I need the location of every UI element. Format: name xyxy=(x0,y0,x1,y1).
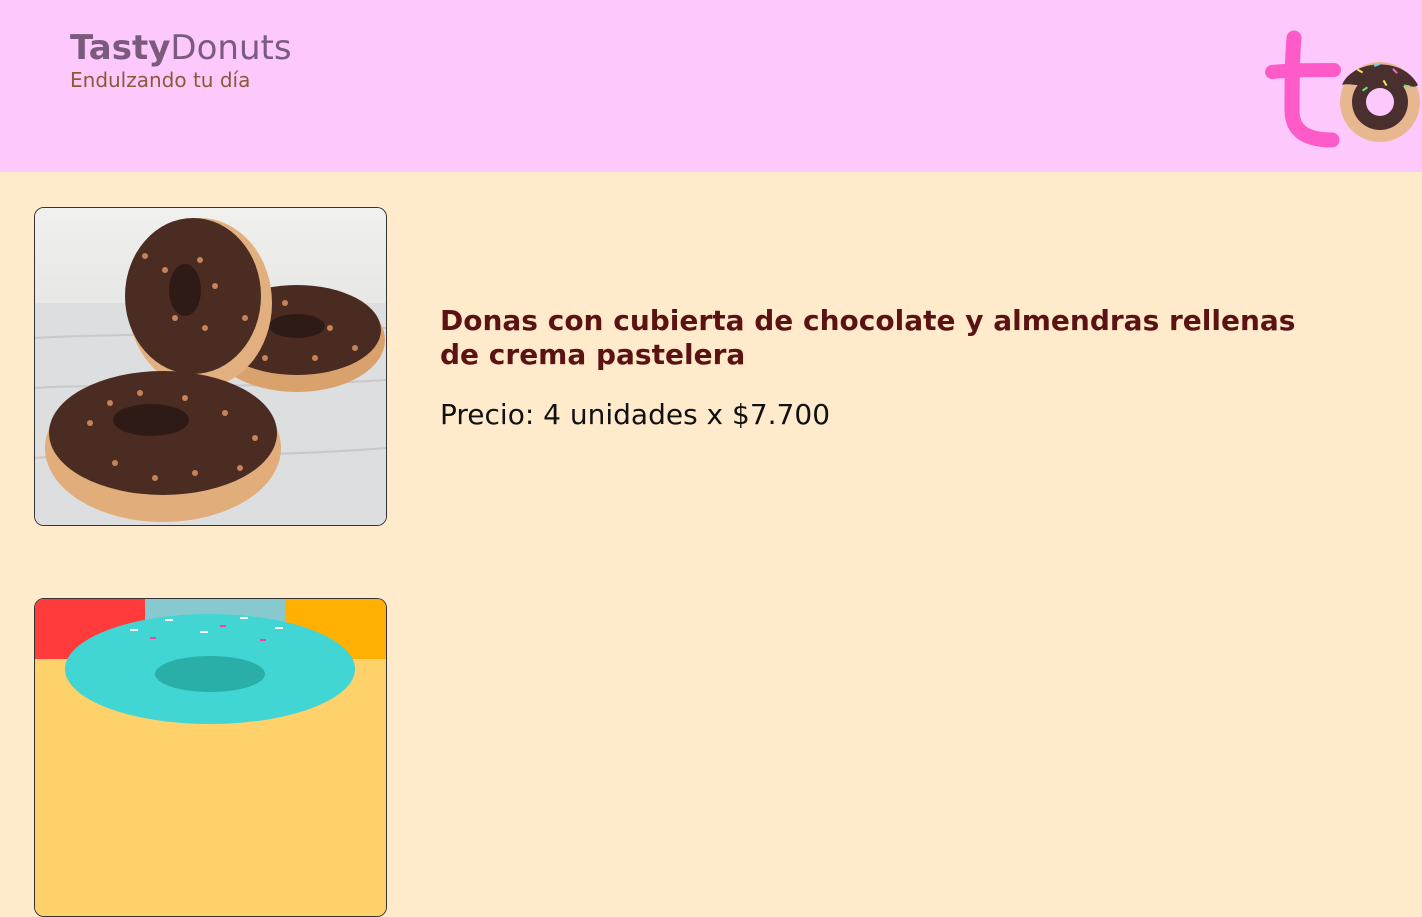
brand-tagline: Endulzando tu día xyxy=(70,68,251,92)
brand-title: TastyDonuts xyxy=(70,28,292,68)
product-price: Precio: 4 unidades x $7.700 xyxy=(440,398,831,431)
brand[interactable]: TastyDonuts Endulzando tu día xyxy=(70,28,292,92)
chocolate-donuts-image[interactable] xyxy=(34,207,387,526)
site-header: TastyDonuts Endulzando tu día xyxy=(0,0,1422,172)
sprinkle-donut-image[interactable] xyxy=(34,598,387,917)
brand-title-light: Donuts xyxy=(170,28,292,68)
brand-title-bold: Tasty xyxy=(70,28,171,68)
td-donut-logo-icon[interactable] xyxy=(1262,30,1422,150)
product-title[interactable]: Donas con cubierta de chocolate y almend… xyxy=(440,304,1340,372)
